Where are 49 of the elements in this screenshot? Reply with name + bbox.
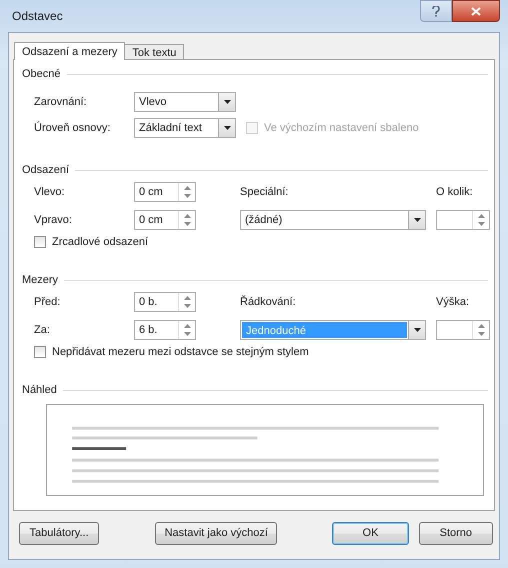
field-label: Výška: [436, 296, 470, 308]
help-icon [432, 6, 440, 16]
dialog-button[interactable]: Storno [418, 522, 494, 544]
spinner-arrows-icon[interactable] [184, 185, 190, 199]
spinner-arrows-icon[interactable] [478, 323, 484, 337]
tab[interactable]: Odsazení a mezery [14, 42, 126, 60]
field-label: Před: [34, 296, 62, 308]
spinner-field[interactable] [436, 210, 490, 230]
spinner-field[interactable]: 6 b. [134, 320, 196, 340]
spinner-arrows-icon[interactable] [184, 323, 190, 337]
dropdown-arrow-icon [414, 218, 420, 222]
dropdown-arrow-icon [224, 100, 230, 104]
spinner-field[interactable] [436, 320, 490, 340]
field-label: Zarovnání: [34, 96, 88, 108]
dropdown[interactable]: Základní text [134, 118, 236, 138]
help-button[interactable] [420, 0, 452, 22]
dropdown[interactable]: (žádné) [240, 210, 426, 230]
spinner-arrows-icon[interactable] [184, 295, 190, 309]
dropdown[interactable]: Vlevo [134, 92, 236, 112]
section-heading: Obecné [22, 68, 61, 80]
window-title: Odstavec [11, 9, 63, 23]
section-heading: Mezery [22, 274, 58, 286]
checkbox[interactable] [34, 346, 46, 358]
field-label: Úroveň osnovy: [34, 122, 112, 134]
dropdown-arrow-icon [224, 126, 230, 130]
dropdown-arrow-icon [414, 328, 420, 332]
checkbox-label: Zrcadlové odsazení [52, 236, 148, 248]
spinner-arrows-icon[interactable] [184, 213, 190, 227]
field-label: Speciální: [240, 186, 290, 198]
close-button[interactable] [452, 0, 500, 22]
spinner-field[interactable]: 0 cm [134, 182, 196, 202]
dialog-button[interactable]: OK [332, 522, 409, 544]
dialog-button[interactable]: Nastavit jako výchozí [155, 522, 278, 544]
dialog-button[interactable]: Tabulátory... [19, 522, 100, 544]
section-heading: Náhled [22, 384, 57, 396]
spinner-field[interactable]: 0 b. [134, 292, 196, 312]
field-label: Za: [34, 324, 51, 336]
section-heading: Odsazení [22, 164, 70, 176]
spinner-arrows-icon[interactable] [478, 213, 484, 227]
tab[interactable]: Tok textu [124, 44, 184, 59]
close-icon [471, 6, 481, 16]
field-label: O kolik: [436, 186, 474, 198]
field-label: Vpravo: [34, 214, 73, 226]
field-label: Vlevo: [34, 186, 66, 198]
field-label: Řádkování: [240, 296, 297, 308]
checkbox-label: Nepřidávat mezeru mezi odstavce se stejným stylem [52, 346, 309, 358]
checkbox[interactable] [34, 236, 46, 248]
checkbox-label: Ve výchozím nastavení sbaleno [264, 122, 419, 134]
spinner-field[interactable]: 0 cm [134, 210, 196, 230]
